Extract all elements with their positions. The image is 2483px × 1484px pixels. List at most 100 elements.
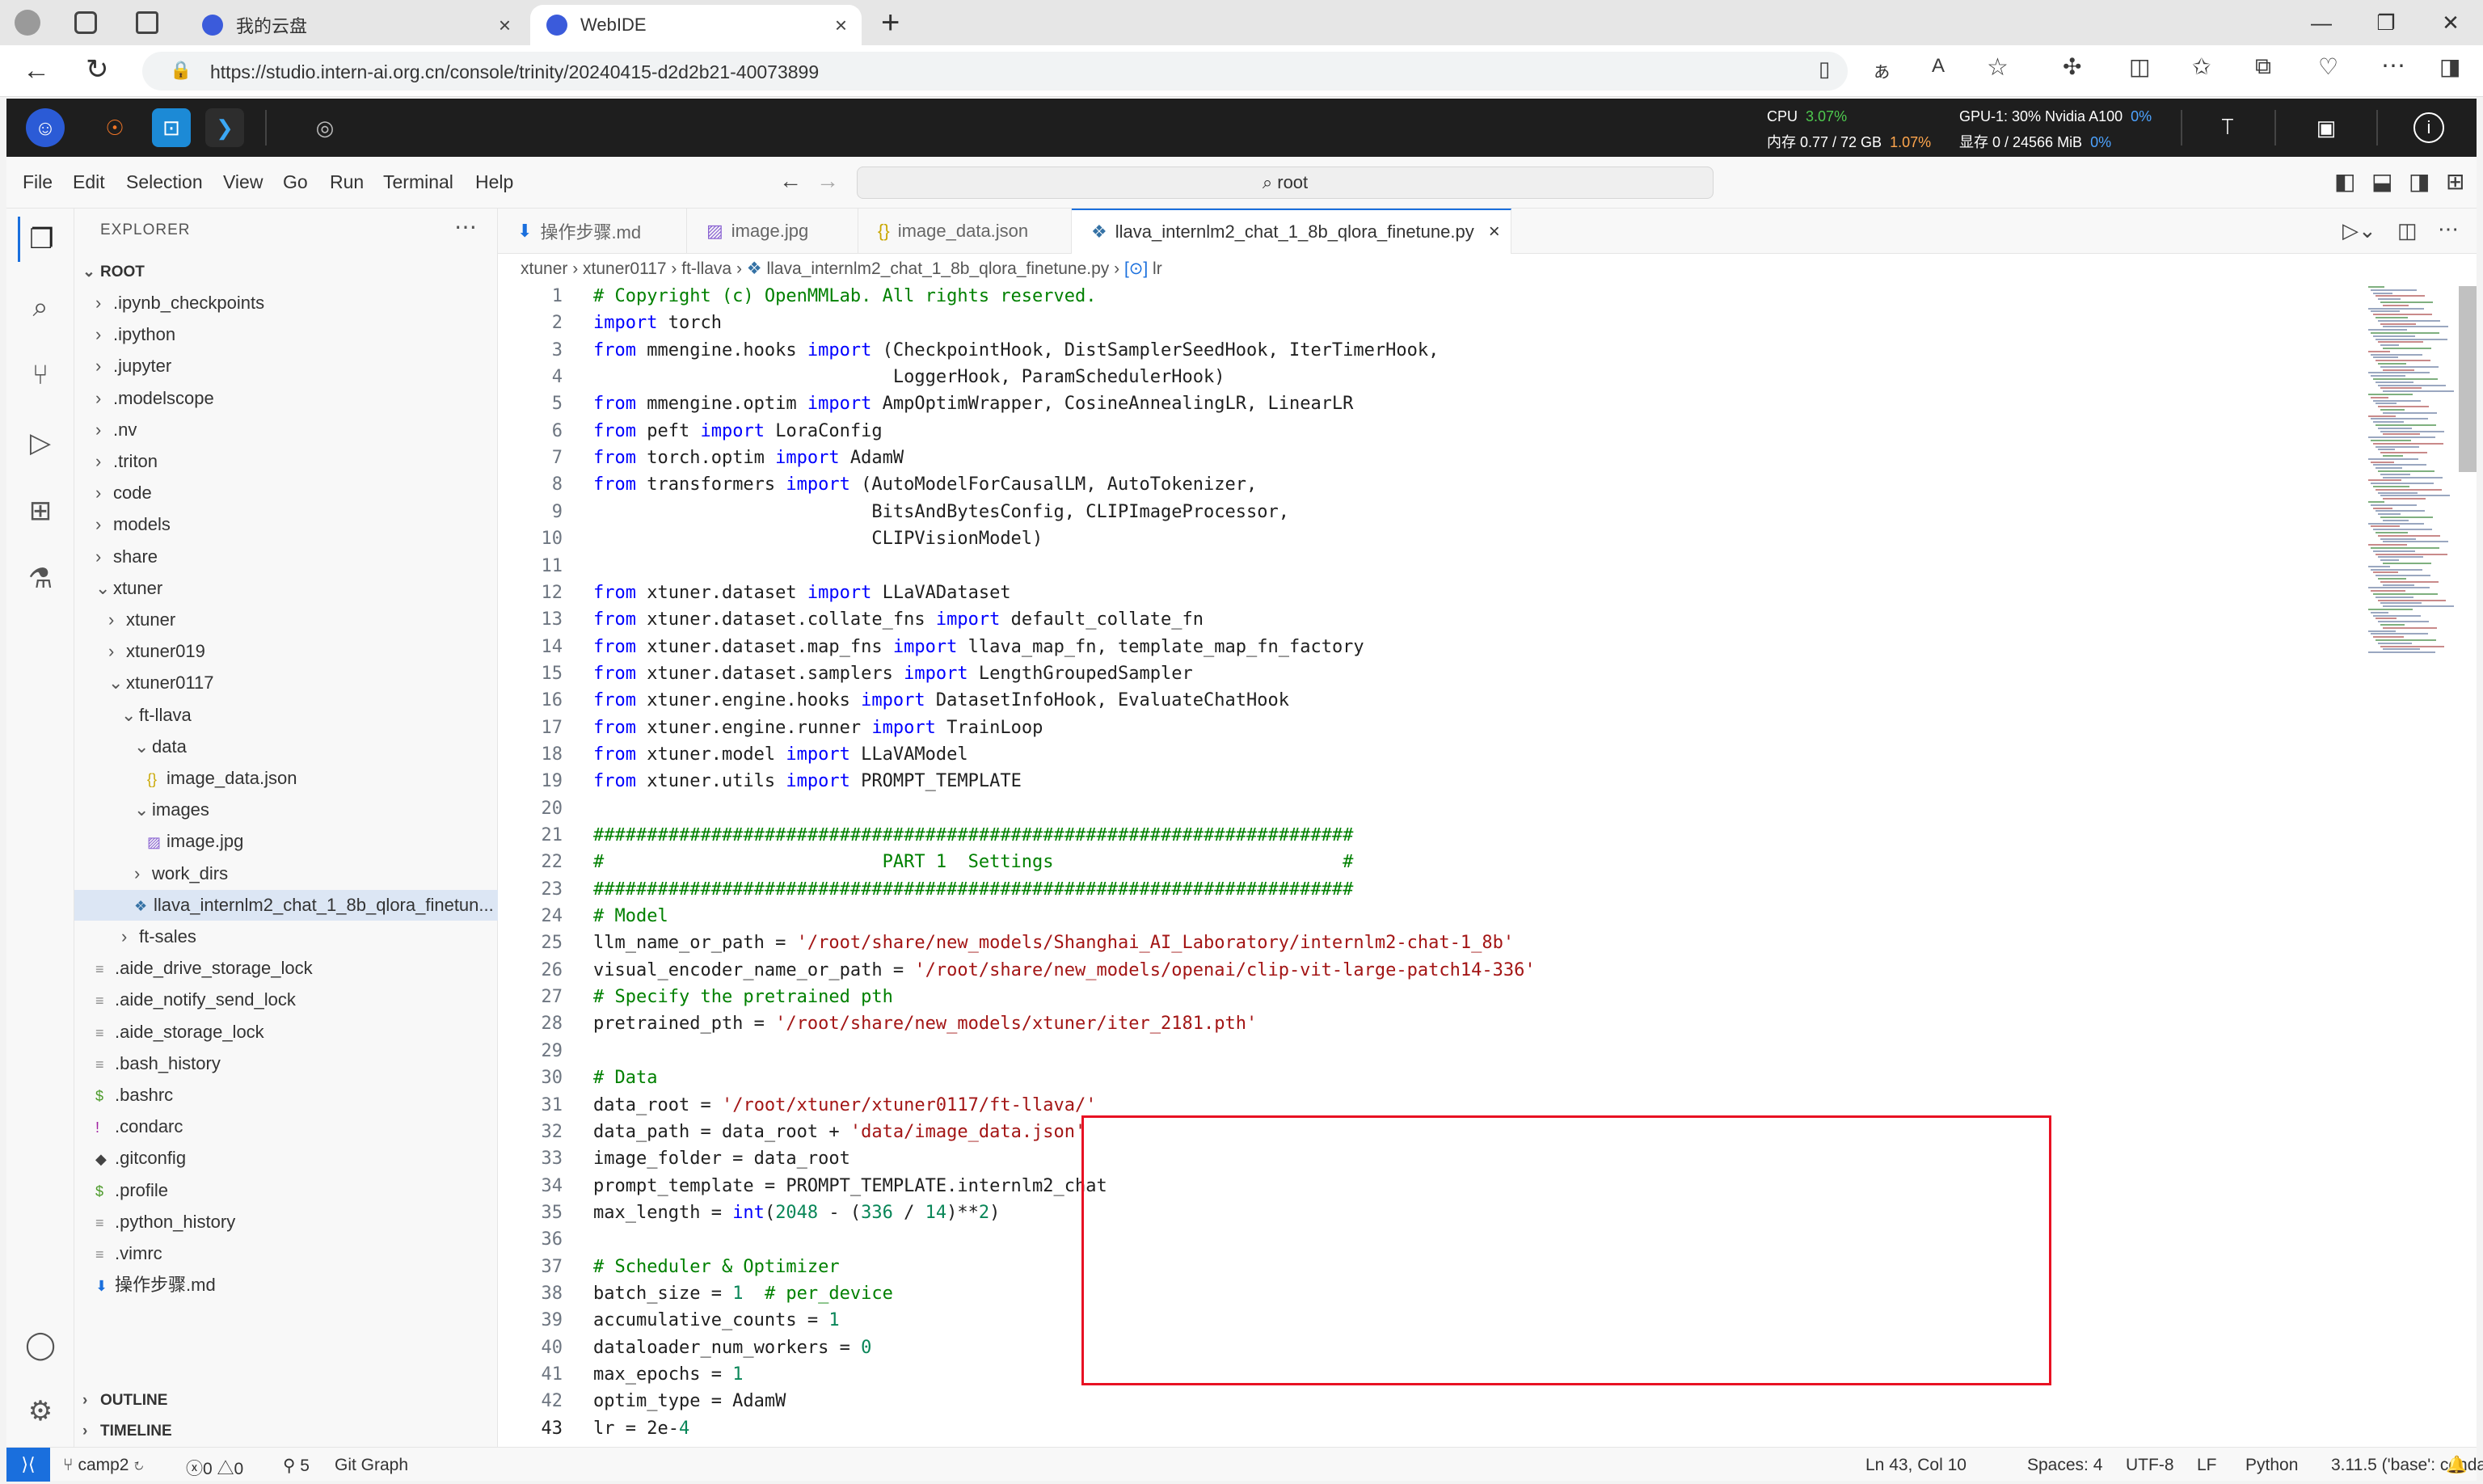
tree-item[interactable]: › .ipython — [74, 319, 498, 350]
indentation[interactable]: Spaces: 4 — [2027, 1456, 2102, 1475]
branch-status[interactable]: ⑂ camp2 ↻ — [63, 1456, 144, 1475]
toggle-primary-sidebar-icon[interactable]: ◧ — [2334, 168, 2355, 195]
editor-more-icon[interactable]: ⋯ — [2438, 217, 2459, 242]
tree-item[interactable]: ≡ .vimrc — [74, 1238, 498, 1269]
nav-forward-icon[interactable]: → — [816, 168, 839, 194]
toggle-panel-icon[interactable]: ⬓ — [2371, 168, 2392, 195]
favorites-icon[interactable]: ✩ — [2192, 53, 2211, 80]
timeline-section[interactable]: › TIMELINE — [74, 1416, 498, 1447]
menu-view[interactable]: View — [223, 171, 263, 193]
collections-icon[interactable]: ⧉ — [2255, 53, 2271, 80]
toggle-secondary-sidebar-icon[interactable]: ◨ — [2409, 168, 2430, 195]
tree-item[interactable]: › xtuner019 — [74, 636, 498, 667]
refresh-icon[interactable]: ↻ — [86, 53, 109, 86]
menu-run[interactable]: Run — [330, 171, 364, 193]
tree-item[interactable]: › work_dirs — [74, 858, 498, 889]
customize-layout-icon[interactable]: ⊞ — [2446, 168, 2464, 195]
tree-item[interactable]: › .triton — [74, 446, 498, 477]
intern-logo-icon[interactable]: ☺ — [26, 108, 65, 147]
run-debug-icon[interactable]: ▷ — [18, 420, 63, 466]
tree-item[interactable]: {} image_data.json — [74, 763, 498, 794]
browser-tab-yunpan[interactable]: 我的云盘 × — [186, 5, 525, 45]
extensions-icon[interactable]: ⊞ — [18, 488, 63, 533]
tree-item[interactable]: ≡ .aide_drive_storage_lock — [74, 953, 498, 984]
tree-item[interactable]: ◆ .gitconfig — [74, 1143, 498, 1174]
editor-tab-python[interactable]: ❖ llava_internlm2_chat_1_8b_qlora_finetun… — [1072, 209, 1511, 254]
tree-item[interactable]: ! .condarc — [74, 1111, 498, 1142]
remote-indicator-icon[interactable]: ⟩⟨ — [6, 1448, 50, 1482]
explorer-more-icon[interactable]: ⋯ — [454, 213, 477, 240]
monitor-icon[interactable]: ▣ — [2307, 108, 2346, 147]
vertical-tabs-icon[interactable] — [136, 11, 158, 34]
tree-item[interactable]: ⬇ 操作步骤.md — [74, 1270, 498, 1301]
tree-item[interactable]: ❖ llava_internlm2_chat_1_8b_qlora_finetun… — [74, 889, 498, 921]
back-icon[interactable]: ← — [23, 55, 50, 86]
ports-status[interactable]: ⚲ 5 — [283, 1456, 310, 1476]
breadcrumb-item[interactable]: xtuner0117 — [583, 259, 667, 278]
split-editor-icon[interactable]: ◫ — [2397, 218, 2418, 243]
tree-item[interactable]: ≡ .python_history — [74, 1207, 498, 1237]
compass-icon[interactable]: ◎ — [306, 108, 344, 147]
info-icon[interactable]: i — [2413, 112, 2444, 143]
explorer-icon[interactable]: ❐ — [18, 217, 63, 262]
health-icon[interactable]: ♡ — [2318, 53, 2338, 80]
menu-selection[interactable]: Selection — [126, 171, 203, 193]
tensorflow-icon[interactable]: ⟙ — [2208, 108, 2247, 147]
run-file-icon[interactable]: ▷⌄ — [2342, 218, 2376, 243]
minimap[interactable] — [2365, 286, 2462, 658]
more-icon[interactable]: ⋯ — [2381, 52, 2405, 80]
tree-item[interactable]: ≡ .aide_notify_send_lock — [74, 984, 498, 1015]
command-center[interactable]: ⌕ root — [857, 167, 1714, 199]
cursor-position[interactable]: Ln 43, Col 10 — [1865, 1456, 1967, 1475]
workspaces-icon[interactable] — [74, 11, 97, 34]
browser-tab-webide[interactable]: WebIDE × — [530, 5, 862, 45]
tree-item[interactable]: › .jupyter — [74, 351, 498, 382]
vertical-scrollbar[interactable] — [2459, 286, 2477, 472]
tree-item[interactable]: › models — [74, 509, 498, 540]
tree-item[interactable]: ▨ image.jpg — [74, 826, 498, 857]
tree-item[interactable]: $ .profile — [74, 1175, 498, 1206]
source-control-icon[interactable]: ⑂ — [18, 352, 63, 398]
translate-icon[interactable]: ぁ — [1872, 55, 1891, 83]
restore-icon[interactable]: ❐ — [2350, 0, 2422, 45]
tree-item[interactable]: › .ipynb_checkpoints — [74, 288, 498, 318]
tree-item[interactable]: $ .bashrc — [74, 1080, 498, 1111]
menu-file[interactable]: File — [23, 171, 53, 193]
close-tab-icon[interactable]: × — [1489, 221, 1500, 243]
notifications-icon[interactable]: 🔔 — [2446, 1456, 2467, 1475]
read-aloud-icon[interactable]: A — [1932, 55, 1945, 78]
breadcrumb-item[interactable]: xtuner — [521, 259, 567, 278]
favorite-icon[interactable]: ☆ — [1987, 53, 2009, 82]
jupyter-icon[interactable]: ☉ — [95, 108, 134, 147]
tree-item[interactable]: › share — [74, 542, 498, 572]
git-graph-status[interactable]: Git Graph — [335, 1456, 408, 1475]
tree-item[interactable]: ⌄ xtuner0117 — [74, 668, 498, 698]
terminal-app-icon[interactable]: ⊡ — [152, 108, 191, 147]
tree-item[interactable]: ⌄ data — [74, 731, 498, 762]
read-mode-icon[interactable]: ▯ — [1819, 57, 1830, 82]
accounts-icon[interactable]: ◯ — [18, 1322, 63, 1368]
editor-tab-md[interactable]: ⬇ 操作步骤.md — [498, 209, 687, 254]
minimize-icon[interactable]: — — [2286, 0, 2357, 45]
tree-item[interactable]: › xtuner — [74, 605, 498, 635]
sidebar-toggle-icon[interactable]: ◨ — [2439, 53, 2460, 80]
tree-item[interactable]: ≡ .bash_history — [74, 1048, 498, 1079]
close-window-icon[interactable]: ✕ — [2415, 0, 2483, 45]
editor-tab-image[interactable]: ▨ image.jpg — [687, 209, 858, 254]
problems-status[interactable]: ⓧ0 △0 — [186, 1456, 243, 1480]
tree-item[interactable]: ⌄ xtuner — [74, 573, 498, 604]
tree-item[interactable]: › .nv — [74, 415, 498, 445]
tree-item[interactable]: ≡ .aide_storage_lock — [74, 1017, 498, 1048]
testing-icon[interactable]: ⚗ — [18, 556, 63, 601]
menu-edit[interactable]: Edit — [73, 171, 105, 193]
settings-gear-icon[interactable]: ⚙ — [18, 1389, 63, 1434]
extensions-icon[interactable]: ✣ — [2063, 53, 2081, 80]
new-tab-icon[interactable]: + — [881, 5, 900, 41]
end-of-line[interactable]: LF — [2197, 1456, 2217, 1475]
menu-terminal[interactable]: Terminal — [383, 171, 453, 193]
tree-item[interactable]: › ft-sales — [74, 921, 498, 952]
tree-item[interactable]: › code — [74, 478, 498, 508]
profile-icon[interactable] — [15, 10, 40, 36]
menu-help[interactable]: Help — [475, 171, 513, 193]
close-tab-icon[interactable]: × — [499, 13, 511, 38]
